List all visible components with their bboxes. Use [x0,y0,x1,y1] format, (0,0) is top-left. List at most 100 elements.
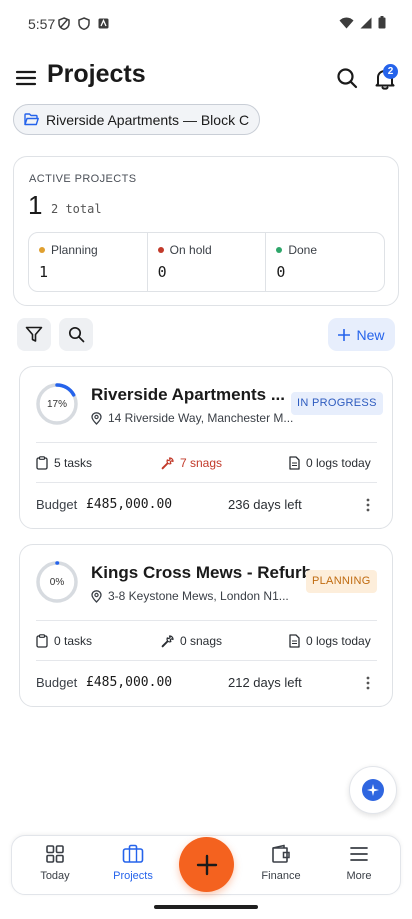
grid-icon [46,845,64,863]
stat-value: 1 [39,263,49,281]
more-options-button[interactable] [358,673,378,693]
stat-label: Planning [51,243,98,257]
stat-label: On hold [169,243,212,257]
project-address: 3-8 Keystone Mews, London N1... [91,589,289,603]
status-dot [157,247,164,253]
budget-label: Budget [36,497,78,512]
address-text: 3-8 Keystone Mews, London N1... [108,589,289,603]
new-project-button[interactable]: New [328,318,395,351]
nav-label: Today [40,870,70,882]
app-header: Projects [0,56,412,100]
filter-button[interactable] [17,318,51,351]
wrench-icon [161,634,174,647]
stat-on-hold[interactable]: On hold 0 [148,233,267,291]
wrench-icon [161,456,174,469]
more-vertical-icon [366,676,370,690]
nav-today[interactable]: Today [20,844,90,890]
stat-label: Done [288,243,318,257]
snags-count: 7 snags [180,456,223,470]
status-icons-right [339,16,386,29]
active-count: 1 [28,190,43,220]
status-dot [39,247,45,253]
divider [36,442,377,443]
search-icon[interactable] [335,66,359,90]
page-title: Projects [47,60,146,88]
wifi-icon [339,17,354,28]
stat-done[interactable]: Done 0 [266,233,384,291]
home-indicator [154,905,258,909]
active-projects-card: ACTIVE PROJECTS 1 2 total Planning 1 On … [13,156,399,306]
location-pin-icon [91,411,102,425]
document-icon [289,634,300,648]
budget-label: Budget [36,675,78,690]
ai-assistant-button[interactable] [349,766,397,814]
project-title: Kings Cross Mews - Refurb [91,563,313,582]
project-selector-label: Riverside Apartments — Block C [46,111,250,128]
logs-count: 0 logs today [306,456,371,470]
project-card[interactable]: 0% Kings Cross Mews - Refurb 3-8 Keyston… [19,544,393,707]
budget-value: £485,000.00 [86,497,173,512]
tasks-metric[interactable]: 5 tasks [36,456,92,470]
days-left: 212 days left [228,675,302,690]
status-dot [276,247,283,253]
divider [36,660,377,661]
app-notification-icon [98,18,109,29]
days-left: 236 days left [228,497,302,512]
nav-finance[interactable]: Finance [246,844,316,890]
total-count: 2 total [51,202,102,216]
progress-percent: 0% [49,576,65,588]
shield-icon [58,17,70,30]
progress-percent: 17% [46,398,67,410]
budget-value: £485,000.00 [86,675,173,690]
briefcase-icon [122,844,144,863]
plus-icon [196,854,217,875]
more-vertical-icon [366,498,370,512]
status-bar: 5:57 [0,0,412,46]
snags-metric[interactable]: 0 snags [161,634,222,648]
project-title: Riverside Apartments ... [91,385,285,404]
new-button-label: New [356,326,385,343]
tasks-count: 0 tasks [54,634,93,648]
snags-count: 0 snags [180,634,223,648]
nav-projects[interactable]: Projects [98,844,168,890]
document-icon [289,456,300,470]
location-pin-icon [91,589,102,603]
battery-icon [378,16,386,29]
more-options-button[interactable] [358,495,378,515]
hamburger-menu-icon[interactable] [14,66,38,90]
status-icons-left [58,17,109,30]
status-badge: IN PROGRESS [291,392,383,415]
snags-metric[interactable]: 7 snags [161,456,222,470]
nav-label: Finance [261,870,301,882]
shield-icon [78,17,90,30]
menu-icon [350,847,368,861]
stat-planning[interactable]: Planning 1 [29,233,148,291]
tasks-count: 5 tasks [54,456,93,470]
wallet-icon [272,844,290,863]
project-selector-chip[interactable]: Riverside Apartments — Block C [13,104,261,135]
tasks-metric[interactable]: 0 tasks [36,634,92,648]
clipboard-icon [36,456,48,470]
nav-label: Projects [113,870,153,882]
divider [36,482,377,483]
stat-value: 0 [276,263,286,281]
stats-heading: ACTIVE PROJECTS [29,173,137,185]
logs-metric[interactable]: 0 logs today [289,456,371,470]
nav-label: More [346,870,372,882]
add-button[interactable] [179,837,234,892]
search-projects-button[interactable] [59,318,93,351]
status-badge: PLANNING [306,570,377,593]
sparkle-icon [367,784,379,796]
project-card[interactable]: 17% Riverside Apartments ... 14 Riversid… [19,366,393,529]
nav-more[interactable]: More [324,844,394,890]
logs-metric[interactable]: 0 logs today [289,634,371,648]
logs-count: 0 logs today [306,634,371,648]
signal-icon [360,17,372,28]
filter-icon [25,326,43,342]
plus-icon [338,328,351,341]
divider [36,620,377,621]
folder-open-icon [24,113,39,126]
search-icon [68,326,84,343]
stat-value: 0 [157,263,167,281]
project-address: 14 Riverside Way, Manchester M... [91,411,293,425]
